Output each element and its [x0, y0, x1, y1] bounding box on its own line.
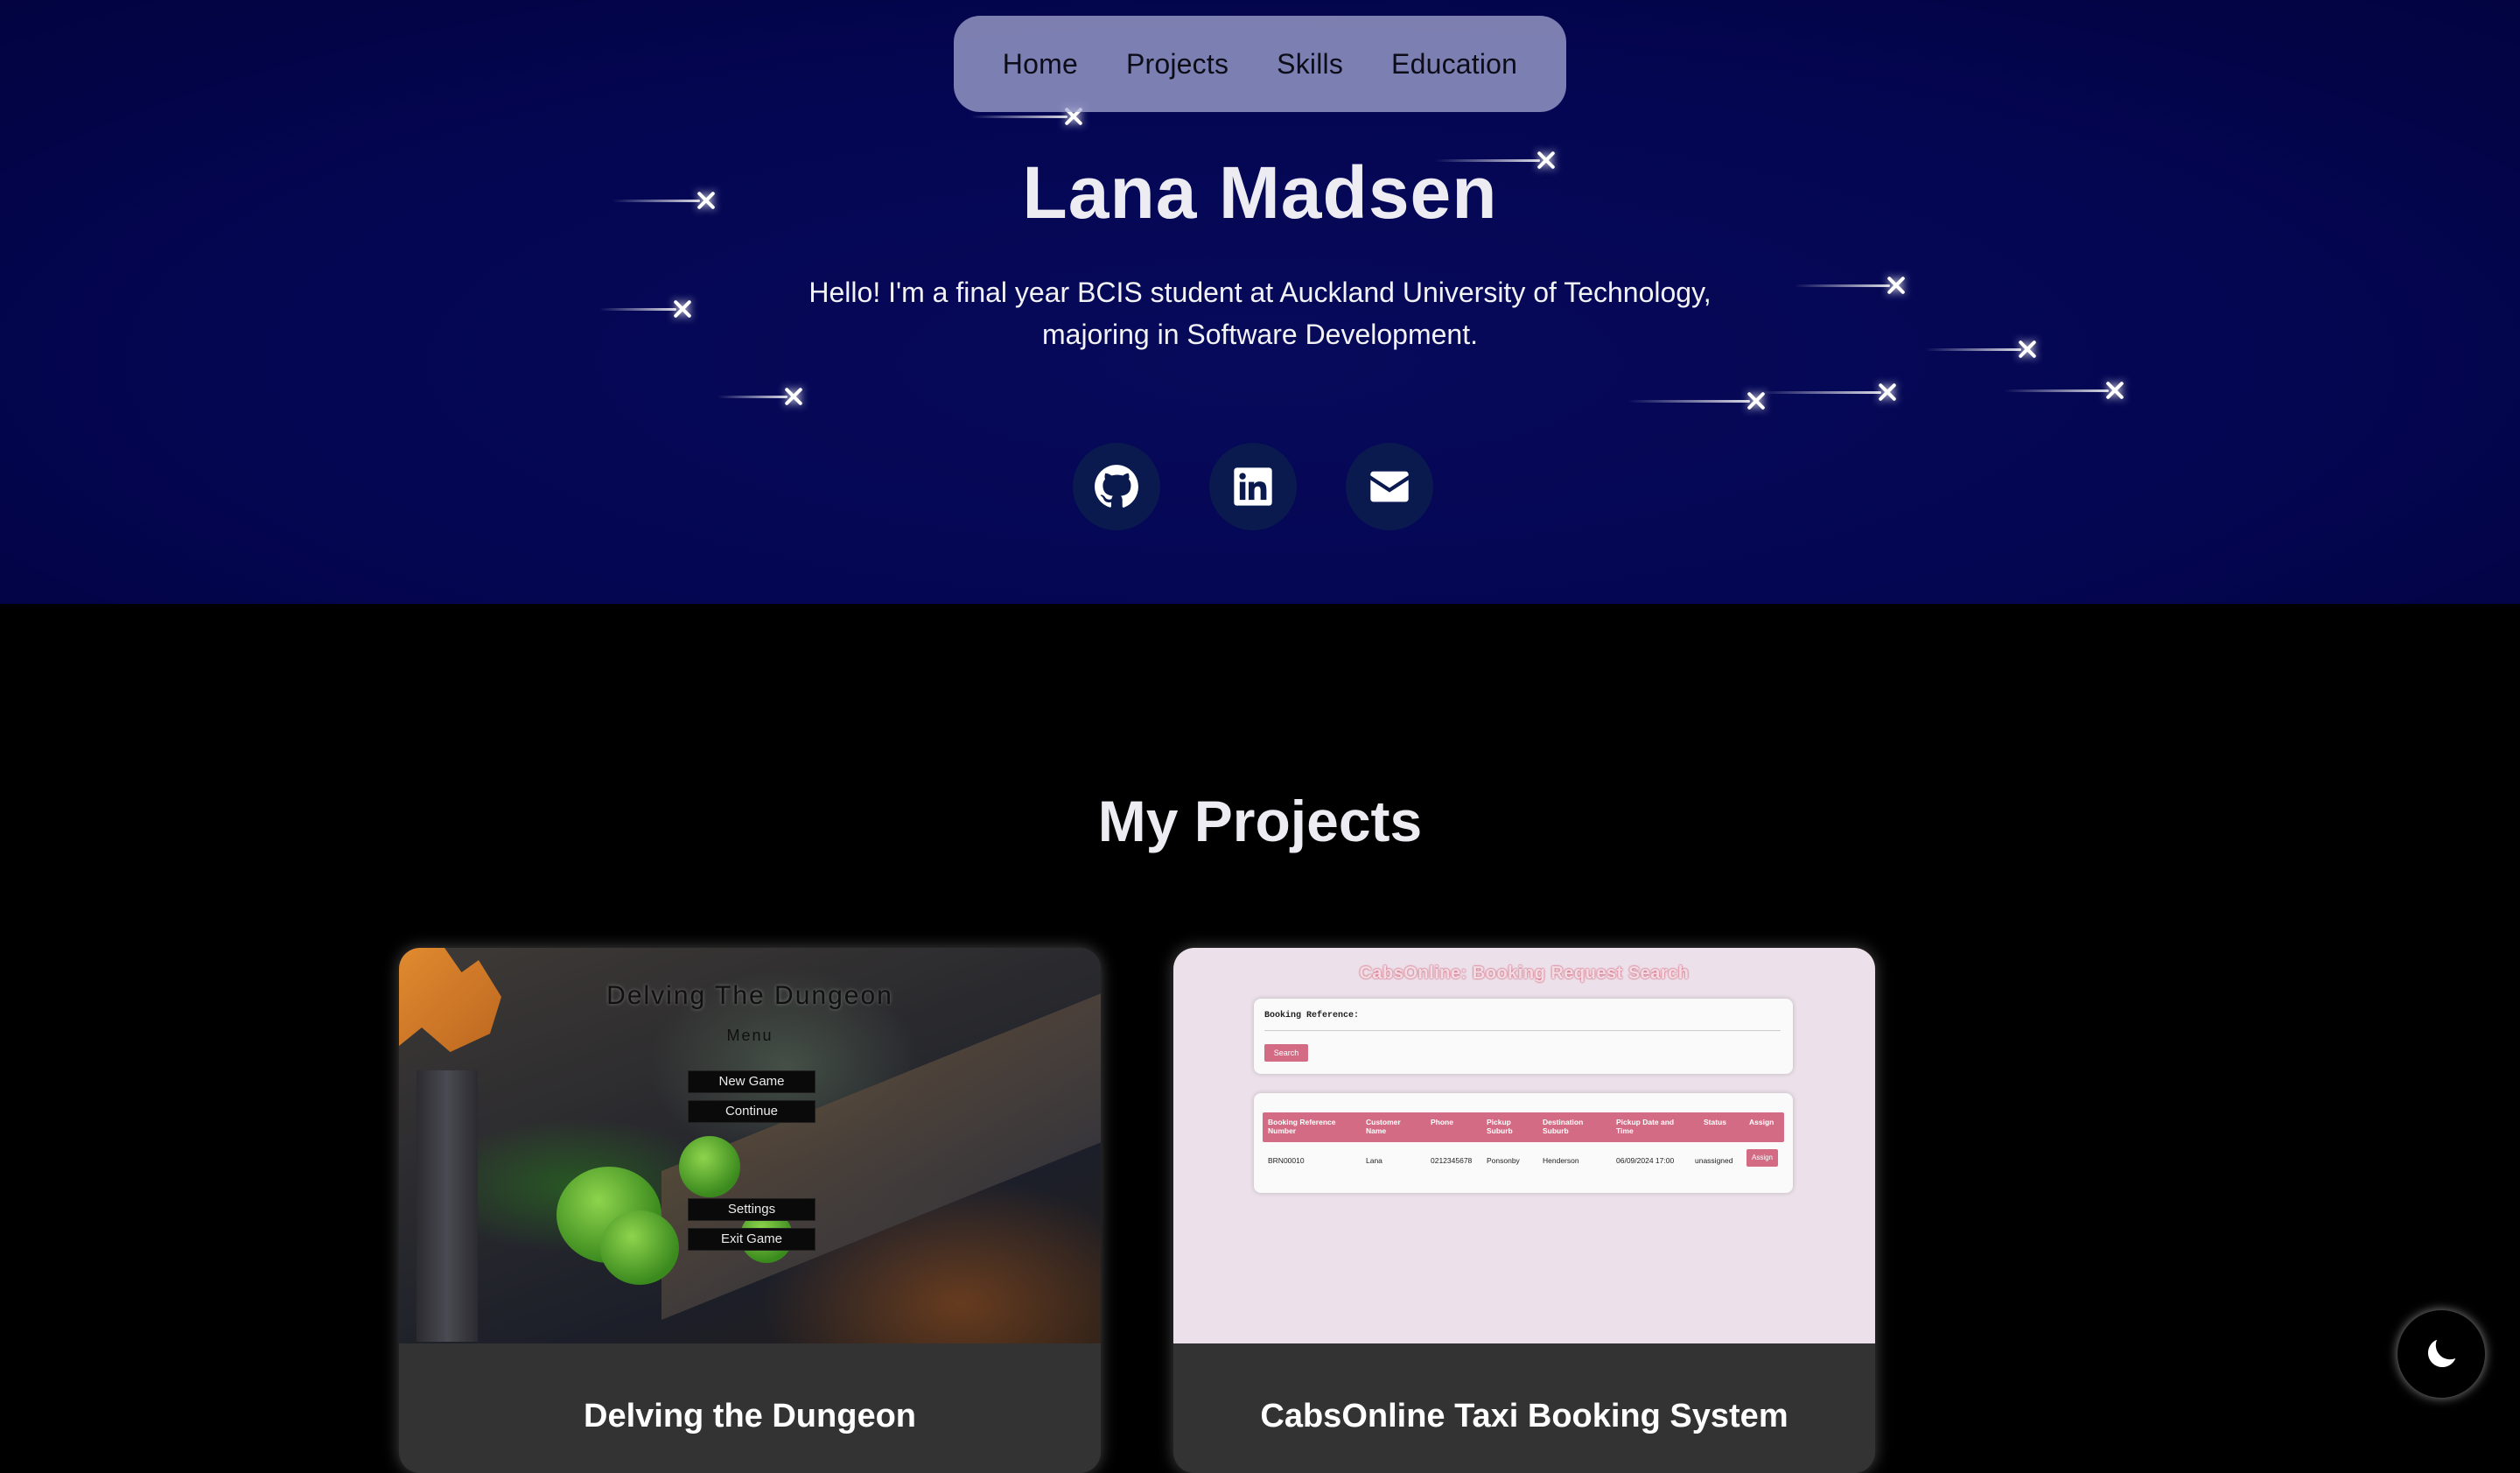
cabs-column-header: Pickup Date and Time — [1616, 1118, 1675, 1135]
cabs-screenshot: CabsOnline: Booking Request Search Booki… — [1173, 948, 1875, 1343]
top-navigation: Home Projects Skills Education — [954, 16, 1566, 112]
cabs-page-title: CabsOnline: Booking Request Search — [1359, 964, 1690, 983]
email-link[interactable] — [1346, 443, 1433, 530]
game-title: Delving The Dungeon — [606, 981, 893, 1010]
cabs-column-header: Assign — [1749, 1118, 1774, 1126]
project-screenshot: Delving The Dungeon Menu New Game Contin… — [399, 948, 1101, 1343]
project-card-cabsonline[interactable]: CabsOnline: Booking Request Search Booki… — [1173, 948, 1875, 1473]
cabs-cell: Ponsonby — [1487, 1156, 1520, 1165]
hero-name: Lana Madsen — [1022, 151, 1498, 234]
shooting-star-icon — [2004, 388, 2118, 393]
hero-intro: Hello! I'm a final year BCIS student at … — [788, 271, 1732, 355]
game-settings-button: Settings — [688, 1198, 816, 1221]
game-continue-button: Continue — [688, 1100, 816, 1123]
cabs-cell: Henderson — [1543, 1156, 1579, 1165]
cabs-reference-input — [1264, 1021, 1781, 1031]
shooting-star-icon — [1628, 398, 1759, 403]
cabs-column-header: Status — [1704, 1118, 1726, 1126]
github-link[interactable] — [1073, 443, 1160, 530]
moon-icon — [2427, 1339, 2456, 1368]
cabs-cell: 06/09/2024 17:00 — [1616, 1156, 1675, 1165]
cabs-table-header: Booking Reference Number Customer Name P… — [1263, 1112, 1784, 1142]
cabs-cell: unassigned — [1695, 1156, 1733, 1165]
project-card-dungeon[interactable]: Delving The Dungeon Menu New Game Contin… — [399, 948, 1101, 1473]
nav-item-projects[interactable]: Projects — [1126, 48, 1228, 81]
game-new-game-button: New Game — [688, 1070, 816, 1093]
game-exit-button: Exit Game — [688, 1228, 816, 1251]
game-screenshot: Delving The Dungeon Menu New Game Contin… — [399, 948, 1101, 1343]
hero-intro-line: majoring in Software Development. — [1041, 319, 1478, 350]
cabs-column-header: Phone — [1431, 1118, 1453, 1126]
project-title: CabsOnline Taxi Booking System — [1260, 1398, 1788, 1434]
project-title: Delving the Dungeon — [584, 1398, 916, 1434]
cabs-results-box: Booking Reference Number Customer Name P… — [1254, 1093, 1793, 1193]
cabs-column-header: Pickup Suburb — [1487, 1118, 1513, 1135]
shooting-star-icon — [1759, 389, 1890, 395]
linkedin-link[interactable] — [1209, 443, 1297, 530]
shooting-star-icon — [1925, 347, 2030, 352]
cabs-search-box: Booking Reference: Search — [1254, 999, 1793, 1074]
cabs-column-header: Customer Name — [1366, 1118, 1401, 1135]
cabs-column-header: Booking Reference Number — [1268, 1118, 1336, 1135]
github-icon — [1095, 465, 1138, 508]
cabs-search-button: Search — [1264, 1044, 1308, 1062]
project-screenshot: CabsOnline: Booking Request Search Booki… — [1173, 948, 1875, 1343]
nav-item-skills[interactable]: Skills — [1277, 48, 1343, 81]
game-pillar — [416, 1070, 478, 1342]
cabs-cell: Lana — [1366, 1156, 1382, 1165]
project-card-body: CabsOnline Taxi Booking System — [1173, 1349, 1875, 1473]
projects-heading: My Projects — [1097, 789, 1423, 853]
shooting-star-icon — [599, 306, 685, 312]
game-menu-label: Menu — [726, 1027, 774, 1044]
theme-toggle-button[interactable] — [2398, 1310, 2485, 1398]
nav-item-education[interactable]: Education — [1391, 48, 1517, 81]
nav-item-home[interactable]: Home — [1003, 48, 1078, 81]
hero-intro-line: Hello! I'm a final year BCIS student at … — [808, 277, 1712, 308]
cabs-assign-button: Assign — [1746, 1149, 1778, 1167]
email-icon — [1370, 471, 1409, 502]
cabs-cell: 0212345678 — [1431, 1156, 1473, 1165]
shooting-star-icon — [971, 114, 1076, 119]
cabs-column-header: Destination Suburb — [1543, 1118, 1584, 1135]
shooting-star-icon — [718, 394, 796, 399]
game-tree — [679, 1136, 740, 1197]
hero-section: Home Projects Skills Education Lana Mads… — [0, 0, 2520, 604]
project-card-body: Delving the Dungeon — [399, 1349, 1101, 1473]
linkedin-icon — [1234, 467, 1272, 506]
shooting-star-icon — [1794, 283, 1899, 288]
cabs-cell: BRN00010 — [1268, 1156, 1305, 1165]
game-tree — [600, 1210, 679, 1285]
cabs-field-label: Booking Reference: — [1264, 1011, 1360, 1021]
